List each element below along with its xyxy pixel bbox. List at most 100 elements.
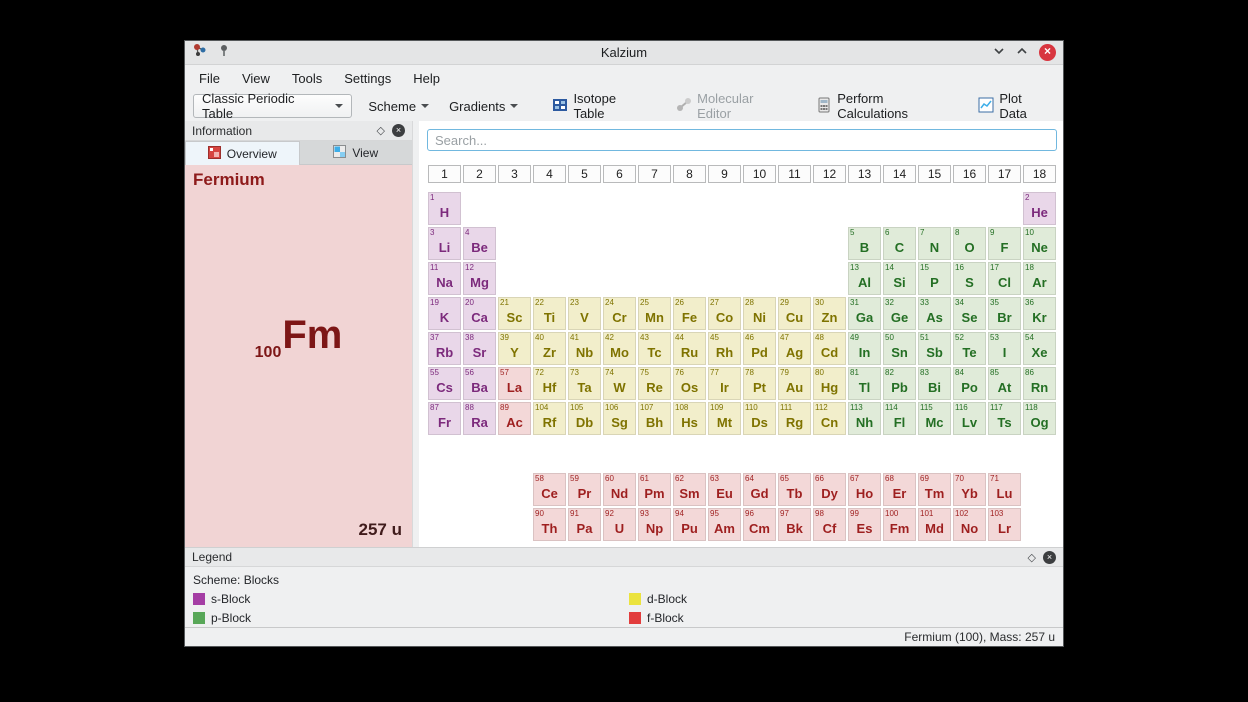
- element-cell-I[interactable]: 53I: [987, 331, 1022, 366]
- float-panel-icon[interactable]: ◇: [377, 124, 385, 137]
- element-cell-Ga[interactable]: 31Ga: [847, 296, 882, 331]
- element-cell-Ti[interactable]: 22Ti: [532, 296, 567, 331]
- element-cell-Am[interactable]: 95Am: [707, 507, 742, 542]
- element-cell-Er[interactable]: 68Er: [882, 472, 917, 507]
- element-cell-Np[interactable]: 93Np: [637, 507, 672, 542]
- pin-icon[interactable]: [217, 43, 231, 62]
- element-cell-Ar[interactable]: 18Ar: [1022, 261, 1057, 296]
- element-cell-Pu[interactable]: 94Pu: [672, 507, 707, 542]
- element-cell-Ag[interactable]: 47Ag: [777, 331, 812, 366]
- element-cell-H[interactable]: 1H: [427, 191, 462, 226]
- element-cell-Si[interactable]: 14Si: [882, 261, 917, 296]
- element-cell-Sm[interactable]: 62Sm: [672, 472, 707, 507]
- element-cell-Ca[interactable]: 20Ca: [462, 296, 497, 331]
- element-cell-S[interactable]: 16S: [952, 261, 987, 296]
- element-cell-Rg[interactable]: 111Rg: [777, 401, 812, 436]
- element-cell-Ts[interactable]: 117Ts: [987, 401, 1022, 436]
- menu-file[interactable]: File: [196, 69, 223, 88]
- perform-calculations-button[interactable]: Perform Calculations: [812, 94, 958, 118]
- element-cell-Al[interactable]: 13Al: [847, 261, 882, 296]
- element-cell-Mg[interactable]: 12Mg: [462, 261, 497, 296]
- element-cell-Y[interactable]: 39Y: [497, 331, 532, 366]
- element-cell-Xe[interactable]: 54Xe: [1022, 331, 1057, 366]
- element-cell-Fl[interactable]: 114Fl: [882, 401, 917, 436]
- element-cell-Ni[interactable]: 28Ni: [742, 296, 777, 331]
- element-cell-Hf[interactable]: 72Hf: [532, 366, 567, 401]
- element-cell-Pm[interactable]: 61Pm: [637, 472, 672, 507]
- element-cell-Pa[interactable]: 91Pa: [567, 507, 602, 542]
- element-cell-Gd[interactable]: 64Gd: [742, 472, 777, 507]
- element-cell-W[interactable]: 74W: [602, 366, 637, 401]
- element-cell-Rf[interactable]: 104Rf: [532, 401, 567, 436]
- element-cell-Mt[interactable]: 109Mt: [707, 401, 742, 436]
- element-cell-Ac[interactable]: 89Ac: [497, 401, 532, 436]
- element-cell-Cn[interactable]: 112Cn: [812, 401, 847, 436]
- element-cell-Zr[interactable]: 40Zr: [532, 331, 567, 366]
- element-cell-Ir[interactable]: 77Ir: [707, 366, 742, 401]
- element-cell-Ru[interactable]: 44Ru: [672, 331, 707, 366]
- element-cell-Ba[interactable]: 56Ba: [462, 366, 497, 401]
- element-cell-Po[interactable]: 84Po: [952, 366, 987, 401]
- element-cell-Ds[interactable]: 110Ds: [742, 401, 777, 436]
- element-cell-Pt[interactable]: 78Pt: [742, 366, 777, 401]
- element-cell-Dy[interactable]: 66Dy: [812, 472, 847, 507]
- element-cell-Nb[interactable]: 41Nb: [567, 331, 602, 366]
- element-cell-Nd[interactable]: 60Nd: [602, 472, 637, 507]
- element-cell-Cu[interactable]: 29Cu: [777, 296, 812, 331]
- tab-overview[interactable]: Overview: [185, 141, 300, 165]
- element-cell-He[interactable]: 2He: [1022, 191, 1057, 226]
- close-panel-icon[interactable]: ×: [1043, 551, 1056, 564]
- element-cell-Pb[interactable]: 82Pb: [882, 366, 917, 401]
- element-cell-Tl[interactable]: 81Tl: [847, 366, 882, 401]
- element-cell-Re[interactable]: 75Re: [637, 366, 672, 401]
- element-cell-Br[interactable]: 35Br: [987, 296, 1022, 331]
- element-cell-Ce[interactable]: 58Ce: [532, 472, 567, 507]
- element-cell-Md[interactable]: 101Md: [917, 507, 952, 542]
- element-cell-Se[interactable]: 34Se: [952, 296, 987, 331]
- element-cell-Cd[interactable]: 48Cd: [812, 331, 847, 366]
- element-cell-Bi[interactable]: 83Bi: [917, 366, 952, 401]
- element-cell-Sr[interactable]: 38Sr: [462, 331, 497, 366]
- element-cell-Na[interactable]: 11Na: [427, 261, 462, 296]
- element-cell-Lr[interactable]: 103Lr: [987, 507, 1022, 542]
- tab-view[interactable]: View: [300, 141, 413, 165]
- element-cell-No[interactable]: 102No: [952, 507, 987, 542]
- menu-view[interactable]: View: [239, 69, 273, 88]
- minimize-button[interactable]: [993, 44, 1005, 62]
- element-cell-N[interactable]: 7N: [917, 226, 952, 261]
- element-cell-Be[interactable]: 4Be: [462, 226, 497, 261]
- element-cell-Pr[interactable]: 59Pr: [567, 472, 602, 507]
- element-cell-La[interactable]: 57La: [497, 366, 532, 401]
- close-button[interactable]: ×: [1039, 44, 1056, 61]
- plot-data-button[interactable]: Plot Data: [974, 94, 1055, 118]
- element-cell-Fr[interactable]: 87Fr: [427, 401, 462, 436]
- element-cell-C[interactable]: 6C: [882, 226, 917, 261]
- element-cell-Og[interactable]: 118Og: [1022, 401, 1057, 436]
- element-cell-Hs[interactable]: 108Hs: [672, 401, 707, 436]
- element-cell-Tb[interactable]: 65Tb: [777, 472, 812, 507]
- element-cell-Cr[interactable]: 24Cr: [602, 296, 637, 331]
- element-cell-Yb[interactable]: 70Yb: [952, 472, 987, 507]
- element-cell-Te[interactable]: 52Te: [952, 331, 987, 366]
- element-cell-K[interactable]: 19K: [427, 296, 462, 331]
- element-cell-Eu[interactable]: 63Eu: [707, 472, 742, 507]
- element-cell-Ge[interactable]: 32Ge: [882, 296, 917, 331]
- element-cell-Hg[interactable]: 80Hg: [812, 366, 847, 401]
- element-cell-Mc[interactable]: 115Mc: [917, 401, 952, 436]
- element-cell-Fm[interactable]: 100Fm: [882, 507, 917, 542]
- isotope-table-button[interactable]: Isotope Table: [548, 94, 652, 118]
- element-cell-Pd[interactable]: 46Pd: [742, 331, 777, 366]
- element-cell-Sc[interactable]: 21Sc: [497, 296, 532, 331]
- element-cell-At[interactable]: 85At: [987, 366, 1022, 401]
- element-cell-V[interactable]: 23V: [567, 296, 602, 331]
- element-cell-Au[interactable]: 79Au: [777, 366, 812, 401]
- element-cell-O[interactable]: 8O: [952, 226, 987, 261]
- element-cell-Fe[interactable]: 26Fe: [672, 296, 707, 331]
- search-input[interactable]: [427, 129, 1057, 151]
- menu-tools[interactable]: Tools: [289, 69, 325, 88]
- float-panel-icon[interactable]: ◇: [1028, 551, 1036, 564]
- element-cell-Cf[interactable]: 98Cf: [812, 507, 847, 542]
- element-cell-Nh[interactable]: 113Nh: [847, 401, 882, 436]
- element-cell-Mn[interactable]: 25Mn: [637, 296, 672, 331]
- menu-settings[interactable]: Settings: [341, 69, 394, 88]
